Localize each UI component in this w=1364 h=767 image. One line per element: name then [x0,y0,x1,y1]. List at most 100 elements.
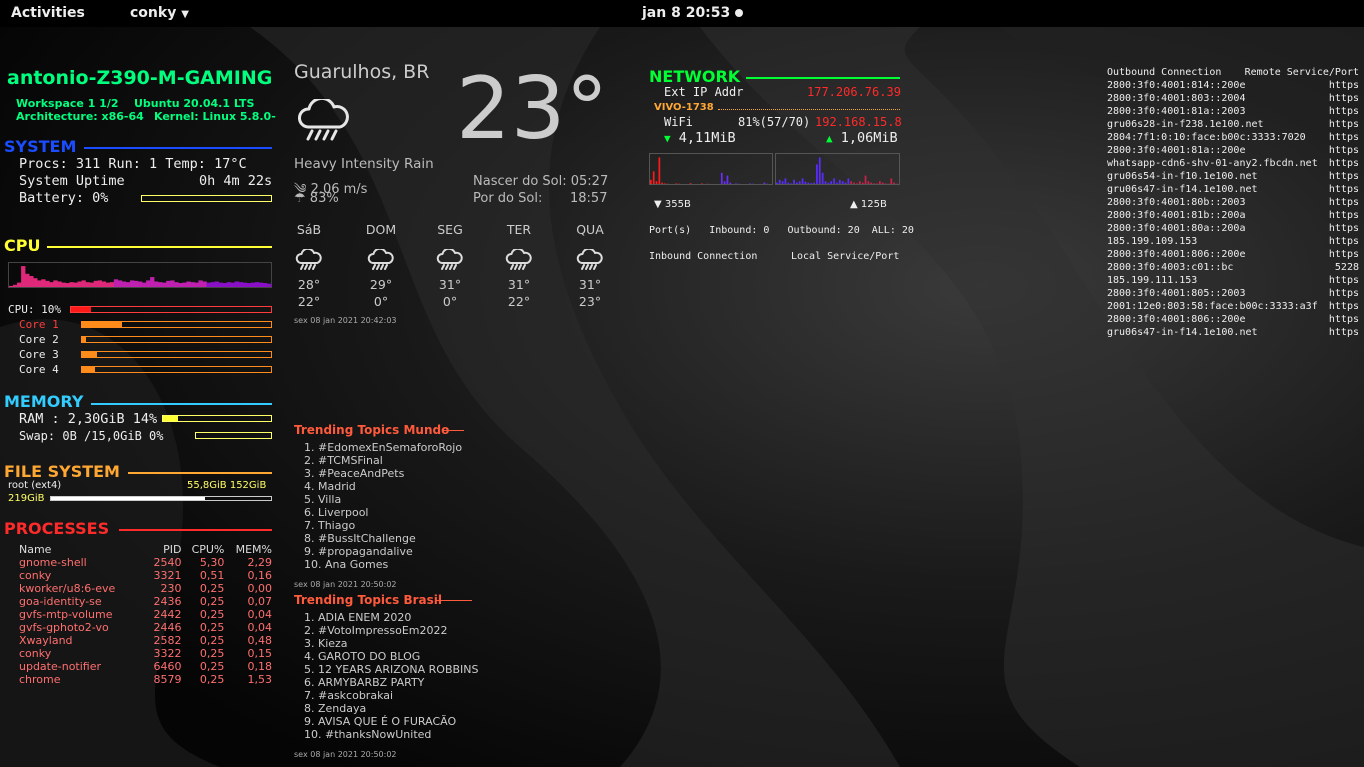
process-mem: 0,15 [247,647,273,660]
cpu-graph-bar [45,280,50,287]
cpu-graph-bar [210,282,215,287]
process-cpu: 0,25 [199,608,225,621]
connection-row: 2800:3f0:4001:81a::200e https [1107,144,1359,157]
trending-item[interactable]: 3. #PeaceAndPets [304,467,462,480]
network-divider [746,77,900,79]
system-divider [84,147,272,149]
app-menu-label: conky [130,5,177,21]
trending-item[interactable]: 5. 12 YEARS ARIZONA ROBBINS [304,663,479,676]
cpu-graph-bar [117,280,123,287]
distro-info: Ubuntu 20.04.1 LTS [134,97,255,110]
weather-updated: sex 08 jan 2021 20:42:03 [294,316,397,325]
process-mem: 0,07 [247,595,273,608]
network-graph-bar [841,181,844,184]
network-graph-bar [726,175,729,184]
trending-item[interactable]: 10. Ana Gomes [304,558,462,571]
connection-row: 185.199.111.153 https [1107,274,1359,287]
connection-service: https [1328,327,1359,338]
process-mem: 0,18 [247,660,273,673]
fs-bar [50,496,272,501]
network-graph-bar [884,183,887,184]
process-name: update-notifier [19,660,102,673]
cpu-graph-bar [101,281,107,287]
wifi-ssid: VIVO-1738 [654,102,714,113]
cpu-graph-bar [9,285,14,287]
trending-item[interactable]: 9. AVISA QUE É O FURACÃO [304,715,479,728]
trending-item[interactable]: 1. #EdomexEnSemaforoRojo [304,441,462,454]
cpu-graph-bar [41,279,46,287]
cpu-graph-bar [93,280,98,287]
wifi-quality: 81%(57/70) [738,115,811,129]
forecast-day: QUA [576,222,604,237]
network-graph-bar [781,181,784,184]
process-name: kworker/u8:6-eve [19,582,116,595]
cpu-graph-bar [133,280,139,287]
process-pid: 3321 [153,569,182,582]
process-mem: 1,53 [247,673,273,686]
forecast-high: 31° [438,277,462,292]
cpu-graph-bar [250,282,256,287]
trending-item[interactable]: 4. Madrid [304,480,462,493]
network-graph-bar [749,183,751,184]
fs-root-label: root (ext4) [8,480,62,491]
connection-host: 2800:3f0:4001:80a::200a [1107,223,1246,234]
swap-label: Swap: 0B /15,0GiB 0% [19,429,164,443]
trending-item[interactable]: 1. ADIA ENEM 2020 [304,611,479,624]
connection-service: https [1328,197,1359,208]
cpu-graph-bar [69,282,74,287]
cpu-graph-bar [262,283,268,287]
trending-item[interactable]: 6. Liverpool [304,506,462,519]
cpu-graph-bar [77,281,82,287]
network-graph-bar [650,179,652,184]
process-cpu: 0,25 [199,673,225,686]
network-graph-bar [801,178,804,184]
weather-sunrise: Nascer do Sol: 05:27 [473,174,609,189]
trending-brazil-title: Trending Topics Brasil [294,593,442,607]
process-pid: 230 [160,582,182,595]
trending-item[interactable]: 2. #TCMSFinal [304,454,462,467]
rain-cloud-icon [505,249,532,270]
col-cpu: CPU% [191,543,225,556]
fs-free: 219GiB [8,493,45,504]
rain-cloud-icon [295,249,322,270]
cpu-graph-bar [53,280,58,287]
process-row: update-notifier 6460 0,25 0,18 [19,660,272,673]
network-graph-bar [787,182,790,184]
trending-item[interactable]: 7. #askcobrakai [304,689,479,702]
system-heading: SYSTEM [4,137,77,156]
trending-item[interactable]: 3. Kieza [304,637,479,650]
uptime-label: System Uptime [19,173,125,189]
cpu-graph-bar [246,283,252,287]
network-graph-bar [793,179,795,184]
connection-row: gru06s47-in-f14.1e100.net https [1107,326,1359,339]
trending-item[interactable]: 8. Zendaya [304,702,479,715]
activities-button[interactable]: Activities [11,5,85,21]
uptime-value: 0h 4m 22s [199,173,273,189]
network-graph-bar [810,183,813,184]
cpu-graph-bar [154,281,159,287]
cpu-heading: CPU [4,236,41,255]
network-graph-bar [778,179,781,184]
process-pid: 2446 [153,621,182,634]
network-graph-bar [658,157,661,184]
trending-item[interactable]: 5. Villa [304,493,462,506]
trending-item[interactable]: 9. #propagandalive [304,545,462,558]
trending-item[interactable]: 2. #VotoImpressoEm2022 [304,624,479,637]
network-graph-bar [890,178,893,184]
trending-item[interactable]: 6. ARMYBARBZ PARTY [304,676,479,689]
network-graph-bar [838,179,841,184]
network-graph-bar [807,182,810,184]
cpu-graph-bar [182,282,187,287]
wifi-label: WiFi [664,115,693,129]
filesystem-heading: FILE SYSTEM [4,462,120,481]
trending-item[interactable]: 4. GAROTO DO BLOG [304,650,479,663]
trending-item[interactable]: 7. Thiago [304,519,462,532]
trending-item[interactable]: 10. #thanksNowUnited [304,728,479,741]
cpu-graph-bar [29,276,34,287]
clock-button[interactable]: jan 8 20:53 [642,5,730,21]
weather-humidity: 83% [309,191,339,206]
trending-item[interactable]: 8. #BussItChallenge [304,532,462,545]
network-graph-bar [661,182,664,184]
trending-brazil-list: 1. ADIA ENEM 2020 2. #VotoImpressoEm2022 3… [304,611,479,741]
app-menu-button[interactable]: conky ▼ [130,5,189,21]
